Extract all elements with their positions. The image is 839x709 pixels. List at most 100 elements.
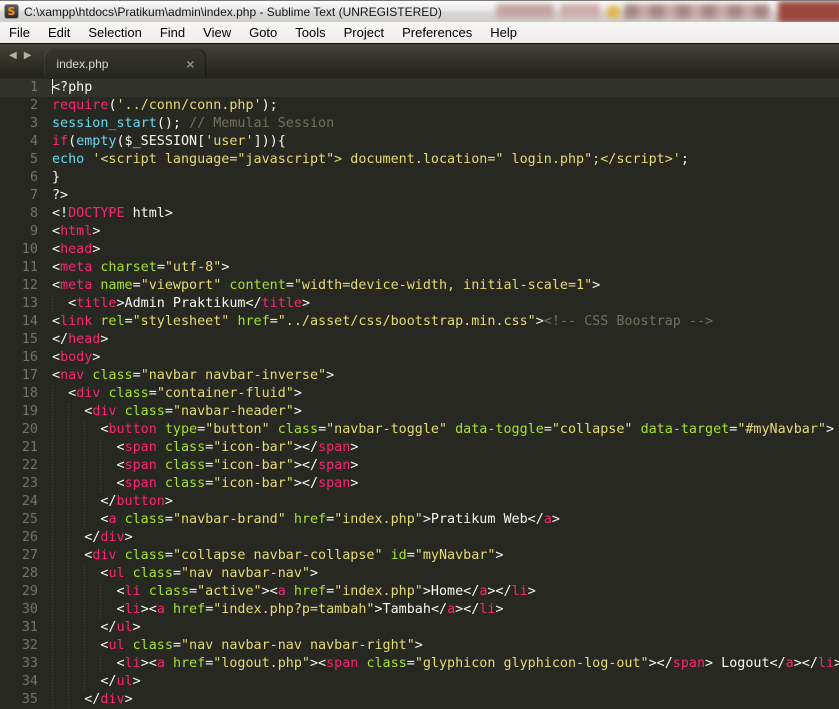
code-line-32[interactable]: 32 <ul class="nav navbar-nav navbar-righ… <box>0 637 839 655</box>
indent-guide <box>84 637 100 655</box>
code-line-11[interactable]: 11 <meta charset="utf-8"> <box>0 259 839 277</box>
code-text: </head> <box>52 332 109 347</box>
indent-guide <box>84 601 100 619</box>
indent-guide <box>68 655 84 673</box>
indent-guide <box>68 493 84 511</box>
line-number: 21 <box>21 440 38 455</box>
code-editor[interactable]: 1 <?php 2 require('../conn/conn.php'); 3 sess… <box>0 77 839 709</box>
indent-guide <box>100 601 116 619</box>
line-number: 13 <box>21 296 38 311</box>
code-line-2[interactable]: 2 require('../conn/conn.php'); <box>0 97 839 115</box>
code-line-6[interactable]: 6} <box>0 169 839 187</box>
titlebar[interactable]: S C:\xampp\htdocs\Pratikum\admin\index.p… <box>0 0 839 22</box>
indent-guide <box>52 529 68 547</box>
code-text: <span class="icon-bar"></span> <box>38 475 358 493</box>
indent-guide <box>68 547 84 565</box>
code-line-19[interactable]: 19 <div class="navbar-header"> <box>0 403 839 421</box>
indent-guide <box>52 619 68 637</box>
indent-guide <box>100 583 116 601</box>
code-line-28[interactable]: 28 <ul class="nav navbar-nav"> <box>0 565 839 583</box>
line-number: 6 <box>29 170 38 185</box>
code-line-25[interactable]: 25 <a class="navbar-brand" href="index.p… <box>0 511 839 529</box>
line-number: 16 <box>21 350 38 365</box>
indent-guide <box>68 673 84 691</box>
line-number: 27 <box>21 548 38 563</box>
tab-index.php[interactable]: index.php × <box>45 50 206 77</box>
code-line-34[interactable]: 34 </ul> <box>0 673 839 691</box>
indent-guide <box>84 655 100 673</box>
code-line-23[interactable]: 23 <span class="icon-bar"></span> <box>0 475 839 493</box>
code-line-33[interactable]: 33 <li><a href="logout.php"><span class=… <box>0 655 839 673</box>
line-number: 7 <box>29 188 38 203</box>
code-line-10[interactable]: 10 <head> <box>0 241 839 259</box>
line-number: 33 <box>21 656 38 671</box>
code-line-12[interactable]: 12 <meta name="viewport" content="width=d… <box>0 277 839 295</box>
line-number: 9 <box>29 224 38 239</box>
code-line-5[interactable]: 5 echo '<script language="javascript"> do… <box>0 151 839 169</box>
menu-item-edit[interactable]: Edit <box>39 23 79 42</box>
code-text: ?> <box>52 188 69 203</box>
menu-item-file[interactable]: File <box>0 23 39 42</box>
code-line-20[interactable]: 20 <button type="button" class="navbar-t… <box>0 421 839 439</box>
code-line-3[interactable]: 3 session_start(); // Memulai Session <box>0 115 839 133</box>
indent-guide <box>84 475 100 493</box>
code-line-9[interactable]: 9 <html> <box>0 223 839 241</box>
code-line-22[interactable]: 22 <span class="icon-bar"></span> <box>0 457 839 475</box>
code-line-14[interactable]: 14 <link rel="stylesheet" href="../asset/… <box>0 313 839 331</box>
code-text: <div class="collapse navbar-collapse" id… <box>38 547 503 565</box>
indent-guide <box>68 619 84 637</box>
code-line-27[interactable]: 27 <div class="collapse navbar-collapse"… <box>0 547 839 565</box>
code-line-30[interactable]: 30 <li><a href="index.php?p=tambah">Tamb… <box>0 601 839 619</box>
line-number: 35 <box>21 692 38 707</box>
code-line-16[interactable]: 16 <body> <box>0 349 839 367</box>
menu-item-goto[interactable]: Goto <box>240 23 286 42</box>
menu-item-selection[interactable]: Selection <box>79 23 150 42</box>
code-line-24[interactable]: 24 </button> <box>0 493 839 511</box>
code-line-29[interactable]: 29 <li class="active"><a href="index.php… <box>0 583 839 601</box>
code-line-26[interactable]: 26 </div> <box>0 529 839 547</box>
code-line-1[interactable]: 1 <?php <box>0 79 839 97</box>
line-number: 10 <box>21 242 38 257</box>
code-line-8[interactable]: 8 <!DOCTYPE html> <box>0 205 839 223</box>
tab-scroll-controls: ◀ ▶ <box>5 50 35 62</box>
code-text: <button type="button" class="navbar-togg… <box>38 421 834 439</box>
code-text: <a class="navbar-brand" href="index.php"… <box>38 511 560 529</box>
menu-item-help[interactable]: Help <box>481 23 526 42</box>
code-line-17[interactable]: 17 <nav class="navbar navbar-inverse"> <box>0 367 839 385</box>
sublime-text-window: S C:\xampp\htdocs\Pratikum\admin\index.p… <box>0 0 839 709</box>
menu-item-find[interactable]: Find <box>151 23 194 42</box>
indent-guide <box>68 439 84 457</box>
indent-guide <box>52 637 68 655</box>
line-number: 26 <box>21 530 38 545</box>
indent-guide <box>84 421 100 439</box>
tab-close-icon[interactable]: × <box>186 57 194 71</box>
code-text: </button> <box>38 493 173 511</box>
code-text: <span class="icon-bar"></span> <box>38 439 358 457</box>
indent-guide <box>52 475 68 493</box>
menu-item-tools[interactable]: Tools <box>286 23 334 42</box>
blur-fragment <box>624 4 770 19</box>
code-line-7[interactable]: 7 ?> <box>0 187 839 205</box>
menu-item-project[interactable]: Project <box>335 23 393 42</box>
indent-guide <box>84 457 100 475</box>
menu-item-preferences[interactable]: Preferences <box>393 23 481 42</box>
code-line-31[interactable]: 31 </ul> <box>0 619 839 637</box>
indent-guide <box>68 457 84 475</box>
indent-guide <box>68 691 84 709</box>
line-number: 12 <box>21 278 38 293</box>
code-line-21[interactable]: 21 <span class="icon-bar"></span> <box>0 439 839 457</box>
indent-guide <box>68 403 84 421</box>
blur-fragment <box>778 1 839 22</box>
code-line-15[interactable]: 15 </head> <box>0 331 839 349</box>
code-line-35[interactable]: 35 </div> <box>0 691 839 709</box>
code-line-4[interactable]: 4 if(empty($_SESSION['user'])){ <box>0 133 839 151</box>
line-number: 24 <box>21 494 38 509</box>
code-text: <li class="active"><a href="index.php">H… <box>38 583 536 601</box>
code-line-13[interactable]: 13 <title>Admin Praktikum</title> <box>0 295 839 313</box>
indent-guide <box>68 583 84 601</box>
menu-item-view[interactable]: View <box>194 23 240 42</box>
tab-scroll-right-icon[interactable]: ▶ <box>24 50 32 62</box>
code-line-18[interactable]: 18 <div class="container-fluid"> <box>0 385 839 403</box>
code-text: <meta name="viewport" content="width=dev… <box>52 278 601 293</box>
tab-scroll-left-icon[interactable]: ◀ <box>9 50 17 62</box>
